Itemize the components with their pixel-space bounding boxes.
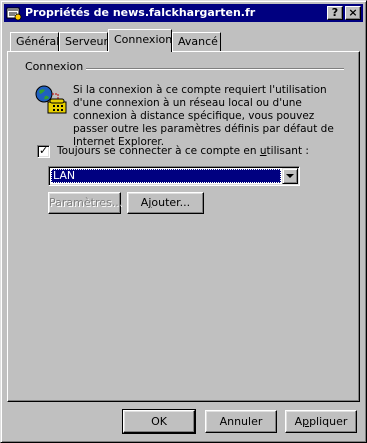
- window-title: Propriétés de news.falckhargarten.fr: [25, 6, 256, 19]
- apply-button[interactable]: Appliquer: [285, 410, 357, 433]
- group-divider: [86, 68, 344, 70]
- close-button[interactable]: ×: [345, 6, 361, 20]
- dropdown-arrow-icon[interactable]: [282, 168, 298, 184]
- tab-connexion[interactable]: Connexion: [108, 29, 172, 52]
- dialup-connection-icon: [35, 85, 67, 114]
- connexion-panel: Connexion Si la connexion à ce compte re…: [7, 51, 360, 402]
- help-button[interactable]: ?: [327, 6, 343, 20]
- connection-select-value: LAN: [51, 169, 281, 183]
- properties-dialog: Propriétés de news.falckhargarten.fr ? ×…: [0, 0, 367, 443]
- connection-select[interactable]: LAN: [48, 166, 300, 186]
- title-bar[interactable]: Propriétés de news.falckhargarten.fr ? ×: [4, 4, 363, 22]
- tab-general[interactable]: Général: [10, 32, 59, 52]
- group-title: Connexion: [25, 60, 84, 73]
- add-button[interactable]: Ajouter...: [127, 192, 204, 214]
- cancel-button[interactable]: Annuler: [205, 410, 277, 433]
- checkmark-icon: ✓: [39, 144, 49, 157]
- tab-serveur[interactable]: Serveur: [59, 32, 108, 52]
- news-account-icon: [6, 7, 22, 21]
- settings-button[interactable]: Paramètres...: [48, 192, 122, 214]
- ok-button[interactable]: OK: [122, 409, 196, 434]
- connection-description: Si la connexion à ce compte requiert l'u…: [73, 84, 334, 148]
- tab-avance[interactable]: Avancé: [172, 32, 221, 52]
- always-connect-checkbox[interactable]: ✓: [37, 144, 50, 158]
- always-connect-label[interactable]: Toujours se connecter à ce compte en uti…: [57, 145, 309, 157]
